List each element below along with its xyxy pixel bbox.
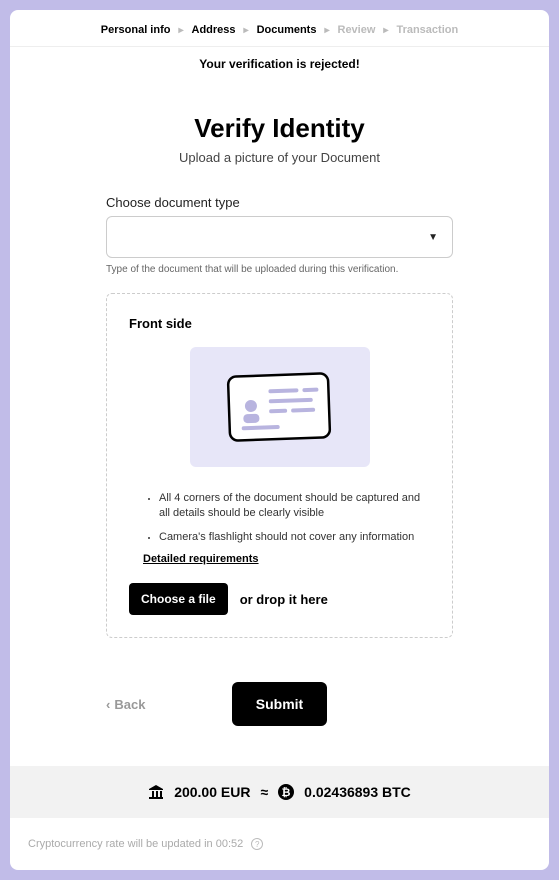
bank-icon [148, 784, 164, 800]
page-subtitle: Upload a picture of your Document [106, 150, 453, 165]
detailed-requirements-link[interactable]: Detailed requirements [143, 553, 430, 565]
page-title: Verify Identity [106, 113, 453, 144]
doc-type-select[interactable]: ▼ [106, 216, 453, 258]
upload-dropzone[interactable]: Front side [106, 293, 453, 638]
doc-type-label: Choose document type [106, 195, 453, 210]
approx-symbol: ≈ [260, 784, 268, 800]
back-button[interactable]: ‹ Back [106, 697, 145, 712]
chevron-right-icon: ▸ [324, 25, 329, 36]
svg-text:₿: ₿ [282, 787, 291, 799]
chevron-right-icon: ▸ [383, 25, 388, 36]
breadcrumb-step-documents[interactable]: Documents [257, 24, 317, 36]
crypto-amount: 0.02436893 BTC [304, 784, 411, 800]
bitcoin-icon: ₿ [278, 784, 294, 800]
chevron-right-icon: ▸ [178, 25, 183, 36]
doc-type-helper: Type of the document that will be upload… [106, 264, 453, 275]
status-message: Your verification is rejected! [10, 47, 549, 71]
choose-file-button[interactable]: Choose a file [129, 583, 228, 615]
drop-hint: or drop it here [240, 592, 328, 607]
breadcrumb-step-transaction: Transaction [396, 24, 458, 36]
requirements-list: All 4 corners of the document should be … [129, 491, 430, 545]
breadcrumb: Personal info ▸ Address ▸ Documents ▸ Re… [10, 10, 549, 47]
id-card-illustration [190, 347, 370, 467]
rate-bar: 200.00 EUR ≈ ₿ 0.02436893 BTC [10, 766, 549, 818]
content: Verify Identity Upload a picture of your… [10, 71, 549, 766]
id-card-icon [225, 369, 335, 445]
help-icon[interactable]: ? [251, 838, 263, 850]
caret-down-icon: ▼ [428, 232, 438, 243]
breadcrumb-step-address[interactable]: Address [192, 24, 236, 36]
main-panel: Personal info ▸ Address ▸ Documents ▸ Re… [10, 10, 549, 870]
chevron-right-icon: ▸ [244, 25, 249, 36]
upload-title: Front side [129, 316, 430, 331]
footer: Cryptocurrency rate will be updated in 0… [10, 818, 549, 870]
breadcrumb-step-review: Review [338, 24, 376, 36]
back-label: Back [114, 697, 145, 712]
breadcrumb-step-personal[interactable]: Personal info [101, 24, 171, 36]
submit-button[interactable]: Submit [232, 682, 327, 726]
chevron-left-icon: ‹ [106, 697, 110, 712]
requirement-item: Camera's flashlight should not cover any… [159, 530, 430, 545]
rate-update-text: Cryptocurrency rate will be updated in 0… [28, 838, 243, 850]
fiat-amount: 200.00 EUR [174, 784, 250, 800]
requirement-item: All 4 corners of the document should be … [159, 491, 430, 522]
